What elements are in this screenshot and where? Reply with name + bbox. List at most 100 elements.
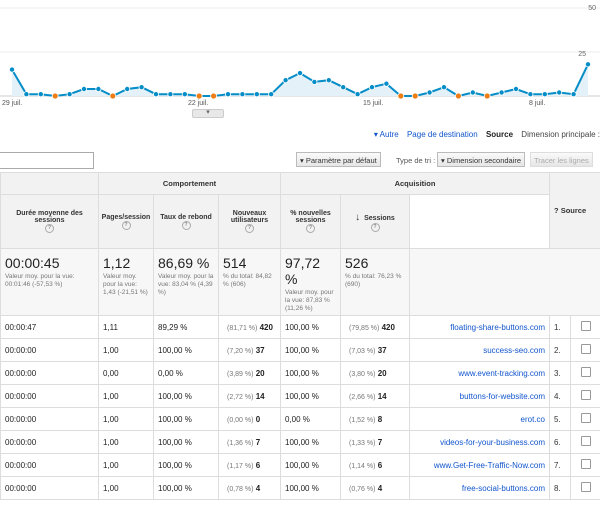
cell-pct-new: 100,00 % — [280, 453, 341, 477]
chart-data-point[interactable] — [498, 89, 505, 96]
cell-new-users: (81,71 %) 420 — [218, 315, 281, 339]
source-link[interactable]: www.event-tracking.com — [408, 361, 551, 385]
chart-data-point[interactable] — [37, 91, 44, 98]
cell-pages: 1,00 — [98, 430, 154, 454]
secondary-dimension-dropdown[interactable]: ▾ Dimension secondaire — [437, 152, 526, 167]
chart-data-point[interactable] — [23, 91, 30, 98]
chart-data-point[interactable] — [440, 84, 447, 91]
chart-data-point[interactable] — [325, 77, 332, 84]
source-link[interactable]: erot.co — [408, 407, 551, 431]
chart-data-point[interactable] — [527, 91, 534, 98]
dimension-source[interactable]: Source — [486, 130, 513, 139]
table-search-input[interactable] — [0, 152, 94, 169]
chart-data-point[interactable] — [483, 92, 491, 100]
row-checkbox-cell[interactable] — [570, 430, 600, 454]
row-checkbox[interactable] — [580, 321, 591, 331]
row-index: 7. — [549, 453, 572, 477]
chart-data-point[interactable] — [368, 84, 375, 91]
row-checkbox[interactable] — [580, 436, 591, 446]
row-checkbox-cell[interactable] — [570, 315, 600, 339]
avg-duration-header[interactable]: Durée moyenne des sessions? — [0, 194, 99, 249]
cell-new-users: (0,78 %) 4 — [218, 476, 281, 500]
source-link[interactable]: success-seo.com — [408, 338, 551, 362]
chart-data-point[interactable] — [138, 84, 145, 91]
sessions-header[interactable]: ↓ Sessions? — [340, 194, 410, 249]
source-link[interactable]: videos-for-your-business.com — [408, 430, 551, 454]
chart-data-point[interactable] — [296, 70, 303, 77]
chart-data-point[interactable] — [124, 86, 131, 93]
pages-per-session-header[interactable]: Pages/session? — [98, 194, 154, 249]
help-icon[interactable]: ? — [306, 224, 315, 233]
source-link[interactable]: floating-share-buttons.com — [408, 315, 551, 339]
cell-duration: 00:00:47 — [0, 315, 99, 339]
chart-data-point[interactable] — [268, 91, 275, 98]
row-checkbox[interactable] — [580, 367, 591, 377]
table-row: 00:00:00 1,00 100,00 % (7,20 %) 37 100,0… — [0, 338, 600, 362]
chart-data-point[interactable] — [570, 91, 577, 98]
dimension-other[interactable]: ▾ Autre — [374, 130, 399, 139]
chart-data-point[interactable] — [224, 91, 231, 98]
chart-data-point[interactable] — [95, 86, 102, 93]
chart-data-point[interactable] — [109, 92, 117, 100]
row-checkbox-cell[interactable] — [570, 384, 600, 408]
new-users-header[interactable]: Nouveaux utilisateurs? — [218, 194, 281, 249]
chart-data-point[interactable] — [513, 86, 520, 93]
row-checkbox-cell[interactable] — [570, 338, 600, 362]
chart-data-point[interactable] — [210, 92, 218, 100]
chart-data-point[interactable] — [282, 77, 289, 84]
plot-rows-button[interactable]: Tracer les lignes — [530, 152, 593, 167]
sort-type-dropdown[interactable]: ▾ Paramètre par défaut — [296, 152, 381, 167]
chart-data-point[interactable] — [411, 92, 419, 100]
source-link[interactable]: free-social-buttons.com — [408, 476, 551, 500]
chart-data-point[interactable] — [556, 89, 563, 96]
row-checkbox[interactable] — [580, 344, 591, 354]
chart-data-point[interactable] — [354, 91, 361, 98]
help-icon[interactable]: ? — [121, 220, 131, 230]
chart-data-point[interactable] — [181, 91, 188, 98]
source-link[interactable]: buttons-for-website.com — [408, 384, 551, 408]
row-checkbox[interactable] — [580, 390, 591, 400]
chart-data-point[interactable] — [8, 66, 15, 73]
row-checkbox[interactable] — [580, 482, 591, 492]
source-column-header[interactable]: ? Source — [549, 172, 600, 249]
source-link[interactable]: www.Get-Free-Traffic-Now.com — [408, 453, 551, 477]
chart-data-point[interactable] — [167, 91, 174, 98]
chart-data-point[interactable] — [239, 91, 246, 98]
help-icon[interactable]: ? — [181, 220, 191, 230]
dimension-landing-page[interactable]: Page de destination — [407, 130, 478, 139]
chart-data-point[interactable] — [253, 91, 260, 98]
chart-data-point[interactable] — [397, 92, 405, 100]
chart-data-point[interactable] — [195, 92, 203, 100]
cell-pages: 1,00 — [98, 384, 154, 408]
chart-data-point[interactable] — [383, 80, 390, 87]
chart-resize-handle[interactable]: ▾ — [192, 109, 224, 118]
chart-data-point[interactable] — [340, 84, 347, 91]
chart-data-point[interactable] — [454, 92, 462, 100]
cell-new-users: (1,17 %) 6 — [218, 453, 281, 477]
chart-data-point[interactable] — [585, 61, 592, 68]
help-icon[interactable]: ? — [45, 224, 54, 233]
help-icon[interactable]: ? — [370, 222, 380, 232]
chart-data-point[interactable] — [469, 89, 476, 96]
chart-data-point[interactable] — [66, 91, 73, 98]
pct-new-sessions-header[interactable]: % nouvelles sessions? — [280, 194, 341, 249]
help-icon[interactable]: ? — [554, 206, 559, 215]
cell-sessions: (0,76 %) 4 — [340, 476, 410, 500]
bounce-rate-header[interactable]: Taux de rebond? — [153, 194, 219, 249]
chart-data-point[interactable] — [426, 89, 433, 96]
row-checkbox-cell[interactable] — [570, 453, 600, 477]
chart-data-point[interactable] — [81, 86, 88, 93]
row-checkbox[interactable] — [580, 413, 591, 423]
chart-data-point[interactable] — [311, 78, 318, 85]
cell-pages: 0,00 — [98, 361, 154, 385]
help-icon[interactable]: ? — [245, 224, 254, 233]
dimension-label: Dimension principale : — [521, 130, 600, 139]
row-checkbox-cell[interactable] — [570, 476, 600, 500]
row-checkbox-cell[interactable] — [570, 361, 600, 385]
chart-data-point[interactable] — [152, 91, 159, 98]
cell-pct-new: 100,00 % — [280, 361, 341, 385]
chart-data-point[interactable] — [541, 91, 548, 98]
row-checkbox[interactable] — [580, 459, 591, 469]
chart-data-point[interactable] — [51, 92, 59, 100]
row-checkbox-cell[interactable] — [570, 407, 600, 431]
